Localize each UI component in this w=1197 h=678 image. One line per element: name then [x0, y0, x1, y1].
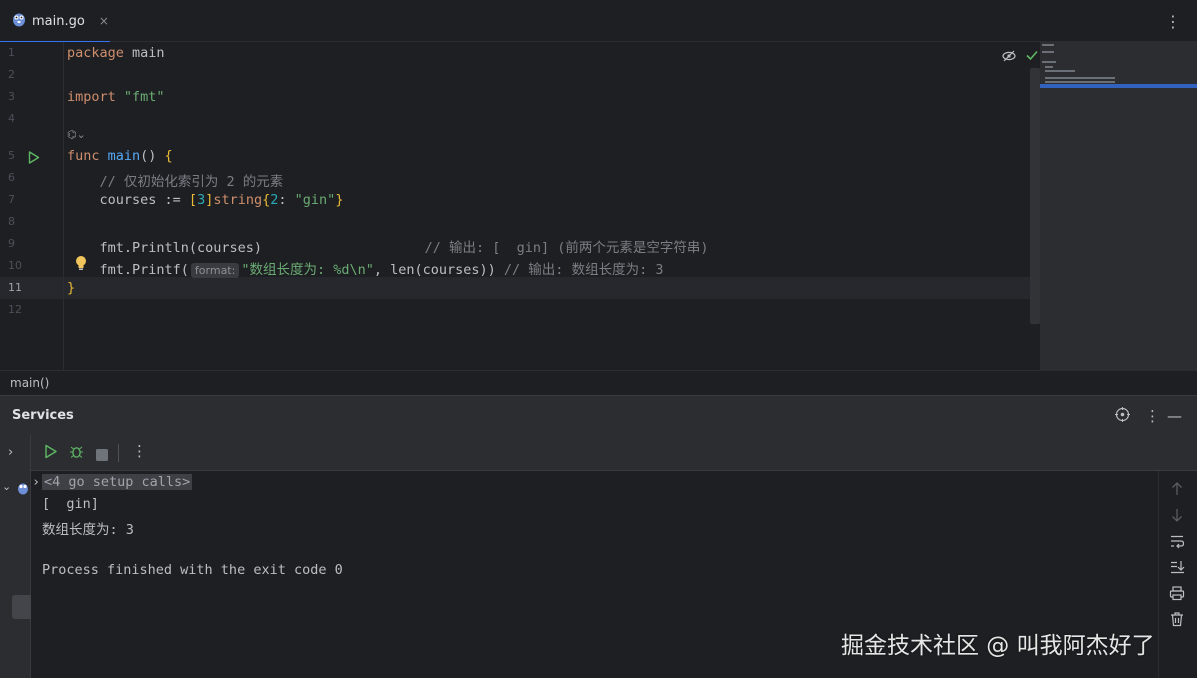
- run-gutter-icon[interactable]: [28, 149, 40, 168]
- more-vertical-icon[interactable]: ⋮: [1165, 12, 1181, 31]
- console-line-exit: Process finished with the exit code 0: [42, 562, 343, 578]
- setup-calls-fold[interactable]: <4 go setup calls>: [42, 474, 193, 490]
- type: string: [213, 192, 263, 208]
- parens: (): [140, 148, 157, 164]
- keyword: func: [67, 148, 100, 164]
- number: 3: [197, 192, 206, 208]
- line-number-current: 11: [8, 281, 22, 294]
- target-icon[interactable]: [1115, 407, 1130, 426]
- function-name: main: [99, 148, 141, 164]
- minimap-line: [1045, 81, 1115, 83]
- services-toolbar: ⋮: [31, 435, 1197, 471]
- line-number: 9: [8, 237, 15, 250]
- go-file-icon[interactable]: [17, 480, 29, 499]
- code-line-1: package main: [67, 45, 165, 61]
- code-line-9: fmt.Println(courses) // 输出: [ gin] (前两个元…: [67, 236, 709, 256]
- line-number: 5: [8, 149, 15, 162]
- breadcrumb[interactable]: main(): [10, 376, 49, 390]
- minimap-line: [1042, 51, 1054, 53]
- minimap-line: [1042, 61, 1056, 63]
- tab-main-go[interactable]: main.go ×: [0, 0, 110, 43]
- minimize-icon[interactable]: —: [1167, 407, 1182, 425]
- console-line-setup[interactable]: <4 go setup calls>: [42, 474, 193, 490]
- more-vertical-icon[interactable]: ⋮: [1145, 407, 1160, 425]
- current-line-highlight: [0, 277, 1040, 299]
- code-line-11: }: [67, 280, 76, 296]
- keyword: package: [67, 45, 124, 61]
- line-number: 1: [8, 46, 15, 59]
- services-header: Services ⋮ —: [0, 395, 1197, 435]
- args: , len(courses)): [373, 262, 496, 278]
- comment: // 输出: 数组长度为: 3: [495, 262, 664, 278]
- line-number: 10: [8, 259, 22, 272]
- bracket: [: [188, 192, 198, 208]
- services-title: Services: [12, 408, 74, 423]
- debug-icon[interactable]: [69, 444, 84, 463]
- stop-icon[interactable]: [96, 446, 108, 465]
- string: "gin": [294, 192, 336, 208]
- eye-crossed-icon[interactable]: [1002, 48, 1016, 67]
- minimap-line: [1042, 44, 1054, 46]
- minimap-viewport: [1040, 84, 1197, 88]
- code-line-5: func main() {: [67, 148, 173, 164]
- line-number: 8: [8, 215, 15, 228]
- more-vertical-icon[interactable]: ⋮: [132, 442, 147, 460]
- string: "数组长度为: %d\n": [241, 262, 374, 278]
- print-icon[interactable]: [1169, 585, 1185, 605]
- code-line-7: courses := [3]string{2: "gin"}: [67, 192, 344, 208]
- package-name: main: [123, 45, 165, 61]
- line-number: 6: [8, 171, 15, 184]
- editor-scrollbar[interactable]: [1030, 68, 1040, 324]
- editor-tab-bar: main.go × ⋮: [0, 0, 1197, 43]
- inlay-hint-icon[interactable]: ⌬⌄: [67, 128, 86, 141]
- console-side-toolbar: [1158, 471, 1197, 678]
- scroll-end-icon[interactable]: [1169, 559, 1185, 579]
- open-brace: {: [156, 148, 173, 164]
- expand-icon[interactable]: ›: [8, 445, 13, 460]
- param-hint: format:: [190, 263, 240, 278]
- close-icon[interactable]: ×: [99, 14, 109, 28]
- console-line: [ gin]: [42, 496, 99, 512]
- chevron-down-icon[interactable]: ⌄: [2, 480, 11, 493]
- println-call: fmt.Println(courses): [67, 240, 263, 256]
- keyword: import: [67, 89, 116, 105]
- breadcrumb-bar: main(): [0, 370, 1197, 395]
- code-line-10: fmt.Printf(format: "数组长度为: %d\n", len(cou…: [67, 258, 663, 278]
- tab-label: main.go: [32, 13, 85, 29]
- run-icon[interactable]: [44, 444, 58, 463]
- line-number: 2: [8, 68, 15, 81]
- arrow-down-icon[interactable]: [1169, 507, 1185, 527]
- minimap-line: [1045, 66, 1053, 68]
- code-line-3: import "fmt": [67, 89, 165, 105]
- go-file-icon: [12, 11, 26, 31]
- arrow-up-icon[interactable]: [1169, 481, 1185, 501]
- line-gutter: 1 2 3 4 5 6 7 8 9 10 11 12: [0, 42, 64, 370]
- console-line: 数组长度为: 3: [42, 522, 134, 538]
- code-line-6: // 仅初始化索引为 2 的元素: [67, 174, 284, 190]
- trash-icon[interactable]: [1169, 611, 1185, 631]
- check-icon[interactable]: [1025, 47, 1039, 66]
- comment: // 输出: [ gin] (前两个元素是空字符串): [262, 240, 709, 256]
- minimap-line: [1045, 77, 1115, 79]
- minimap[interactable]: [1040, 42, 1197, 370]
- printf-call: fmt.Printf(: [67, 262, 189, 278]
- line-number: 3: [8, 90, 15, 103]
- line-number: 4: [8, 112, 15, 125]
- toolbar-separator: [118, 444, 119, 462]
- brace: }: [335, 192, 344, 208]
- minimap-line: [1045, 70, 1075, 72]
- services-tree-panel: › ⌄: [0, 435, 31, 678]
- assign: courses :=: [67, 192, 189, 208]
- watermark: 掘金技术社区 @ 叫我阿杰好了: [841, 633, 1155, 659]
- soft-wrap-icon[interactable]: [1169, 533, 1185, 553]
- code-editor[interactable]: 1 2 3 4 5 6 7 8 9 10 11 12 package main …: [0, 42, 1197, 370]
- console-fold-marker: ›: [32, 474, 41, 490]
- line-number: 12: [8, 303, 22, 316]
- line-number: 7: [8, 193, 15, 206]
- panel-resize-handle[interactable]: [12, 595, 31, 619]
- import-path: "fmt": [115, 89, 165, 105]
- colon: :: [278, 192, 295, 208]
